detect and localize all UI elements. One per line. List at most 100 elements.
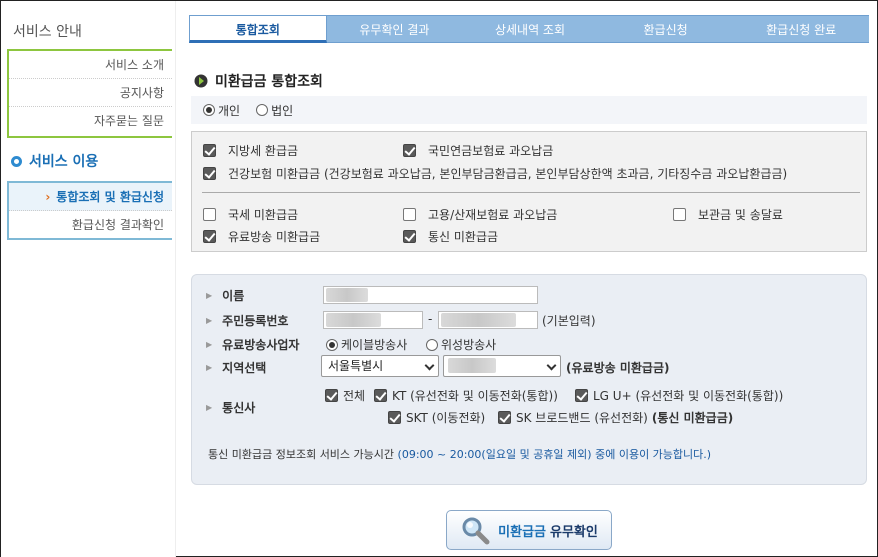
- sidebar-item-result[interactable]: 환급신청 결과확인: [9, 211, 172, 239]
- radio-label: 위성방송사: [441, 338, 497, 352]
- info-prefix: 통신 미환급금 정보조회 서비스 가능시간: [208, 448, 398, 461]
- sidebar-group-info: 서비스 소개 공지사항 자주묻는 질문: [7, 49, 172, 138]
- carrier-note: (통신 미환급금): [651, 411, 734, 425]
- step-refund-request: 환급신청: [597, 15, 734, 43]
- label-text: 통신사: [222, 401, 256, 415]
- info-hours: (09:00 ~ 20:00(일요일 및 공휴일 제외): [397, 448, 592, 461]
- check-label: 전체: [343, 389, 366, 403]
- user-type-row: 개인 법인: [191, 96, 867, 124]
- check-carrier-all[interactable]: 전체: [325, 387, 365, 404]
- region-select[interactable]: 서울특별시: [321, 355, 439, 377]
- chevron-right-icon: ›: [45, 190, 51, 204]
- search-magnifier-icon: [462, 517, 490, 545]
- radio-cable[interactable]: 케이블방송사: [326, 336, 407, 353]
- service-hours-info: 통신 미환급금 정보조회 서비스 가능시간 (09:00 ~ 20:00(일요일…: [208, 446, 711, 462]
- chevron-down-icon: [546, 360, 557, 371]
- check-label: LG U+ (유선전화 및 이동전화(통합)): [593, 389, 784, 403]
- region-note: (유료방송 미환급금): [566, 361, 670, 375]
- radio-circle: [256, 104, 269, 116]
- checkbox: [203, 230, 216, 243]
- check-employment[interactable]: 고용/산재보험료 과오납금: [403, 206, 557, 223]
- select-value: 서울특별시: [328, 359, 384, 373]
- sidebar-item-notice[interactable]: 공지사항: [9, 79, 172, 107]
- sidebar-item-faq[interactable]: 자주묻는 질문: [9, 107, 172, 135]
- check-broadcast[interactable]: 유료방송 미환급금: [203, 228, 320, 245]
- rrn-note: (기본입력): [542, 314, 596, 328]
- redacted-rrn-front: [326, 313, 381, 327]
- triangle-bullet-icon: ▶: [206, 291, 213, 300]
- check-carrier-kt[interactable]: KT (유선전화 및 이동전화(통합)): [374, 387, 558, 404]
- label-text: 주민등록번호: [222, 314, 289, 328]
- radio-label: 개인: [218, 103, 241, 118]
- check-label: 지방세 환급금: [228, 144, 299, 158]
- checkbox: [374, 389, 387, 402]
- page-title-text: 미환급금 통합조회: [215, 74, 323, 90]
- radio-label: 법인: [271, 103, 294, 118]
- triangle-bullet-icon: ▶: [206, 316, 213, 325]
- rrn-dash: -: [428, 312, 433, 326]
- carrier-label: ▶ 통신사: [206, 399, 255, 416]
- chevron-down-icon: [424, 360, 435, 371]
- check-label: KT (유선전화 및 이동전화(통합)): [392, 389, 558, 403]
- checkbox: [498, 411, 511, 424]
- checkbox: [575, 389, 588, 402]
- triangle-bullet-icon: ▶: [206, 403, 213, 412]
- check-deposit[interactable]: 보관금 및 송달료: [673, 206, 783, 223]
- check-carrier-lgu[interactable]: LG U+ (유선전화 및 이동전화(통합)): [575, 387, 783, 404]
- checkbox: [403, 230, 416, 243]
- sidebar-item-intro[interactable]: 서비스 소개: [9, 51, 172, 79]
- redacted-rrn-back: [441, 313, 516, 327]
- check-label: 고용/산재보험료 과오납금: [428, 208, 558, 222]
- check-carrier-skb[interactable]: SK 브로드밴드 (유선전화) (통신 미환급금): [498, 409, 733, 426]
- rrn-label: ▶ 주민등록번호: [206, 312, 288, 329]
- check-health[interactable]: 건강보험 미환급금 (건강보험료 과오납금, 본인부담금환급금, 본인부담상한액…: [203, 165, 787, 182]
- divider: [202, 192, 860, 193]
- redacted-district: [448, 358, 496, 373]
- check-refund-button[interactable]: 미환급금 유무확인: [446, 510, 612, 550]
- check-national-tax[interactable]: 국세 미환급금: [203, 206, 298, 223]
- check-label: SK 브로드밴드 (유선전화): [516, 411, 648, 425]
- label-text: 지역선택: [222, 361, 267, 375]
- region-label: ▶ 지역선택: [206, 359, 266, 376]
- check-carrier-skt[interactable]: SKT (이동전화): [388, 409, 485, 426]
- operator-label: ▶ 유료방송사업자: [206, 336, 299, 353]
- refund-type-panel: 지방세 환급금 국민연금보험료 과오납금 건강보험 미환급금 (건강보험료 과오…: [191, 131, 867, 252]
- check-label: 통신 미환급금: [428, 230, 499, 244]
- app-window: 서비스 안내 서비스 소개 공지사항 자주묻는 질문 서비스 이용 › 통합조회 …: [0, 0, 878, 557]
- checkbox: [403, 208, 416, 221]
- check-label: 국민연금보험료 과오납금: [428, 144, 554, 158]
- radio-satellite[interactable]: 위성방송사: [426, 336, 496, 353]
- section-dot-icon: [11, 155, 22, 167]
- step-complete: 환급신청 완료: [733, 15, 869, 43]
- radio-corporation[interactable]: 법인: [256, 102, 293, 119]
- step-existence-result: 유무확인 결과: [326, 15, 463, 43]
- name-label: ▶ 이름: [206, 287, 244, 304]
- check-label: 건강보험 미환급금 (건강보험료 과오납금, 본인부담금환급금, 본인부담상한액…: [228, 167, 788, 181]
- check-label: SKT (이동전화): [406, 411, 486, 425]
- redacted-name: [326, 288, 368, 302]
- check-label: 유료방송 미환급금: [228, 230, 321, 244]
- sidebar-item-inquiry[interactable]: › 통합조회 및 환급신청: [9, 183, 172, 211]
- check-local-tax[interactable]: 지방세 환급금: [203, 142, 298, 159]
- step-inquiry: 통합조회: [189, 15, 327, 43]
- radio-circle: [203, 104, 215, 116]
- radio-label: 케이블방송사: [341, 338, 408, 352]
- radio-circle: [426, 338, 438, 351]
- triangle-bullet-icon: ▶: [206, 340, 213, 349]
- info-suffix: 중에 이용이 가능합니다.): [591, 448, 712, 461]
- check-telecom[interactable]: 통신 미환급금: [403, 228, 498, 245]
- radio-individual[interactable]: 개인: [203, 102, 240, 119]
- checkbox: [673, 208, 686, 221]
- sidebar-group-service: › 통합조회 및 환급신청 환급신청 결과확인: [7, 181, 172, 240]
- check-label: 국세 미환급금: [228, 208, 299, 222]
- sidebar-title: 서비스 안내: [13, 24, 82, 40]
- triangle-bullet-icon: ▶: [206, 363, 213, 372]
- check-pension[interactable]: 국민연금보험료 과오납금: [403, 142, 553, 159]
- checkbox: [388, 411, 401, 424]
- sidebar-section-service: 서비스 이용: [11, 151, 98, 171]
- sidebar-item-label: 통합조회 및 환급신청: [56, 190, 164, 204]
- checkbox: [203, 167, 216, 180]
- check-label: 보관금 및 송달료: [698, 208, 783, 222]
- label-text: 유료방송사업자: [222, 338, 300, 352]
- sidebar-section-label: 서비스 이용: [29, 154, 99, 170]
